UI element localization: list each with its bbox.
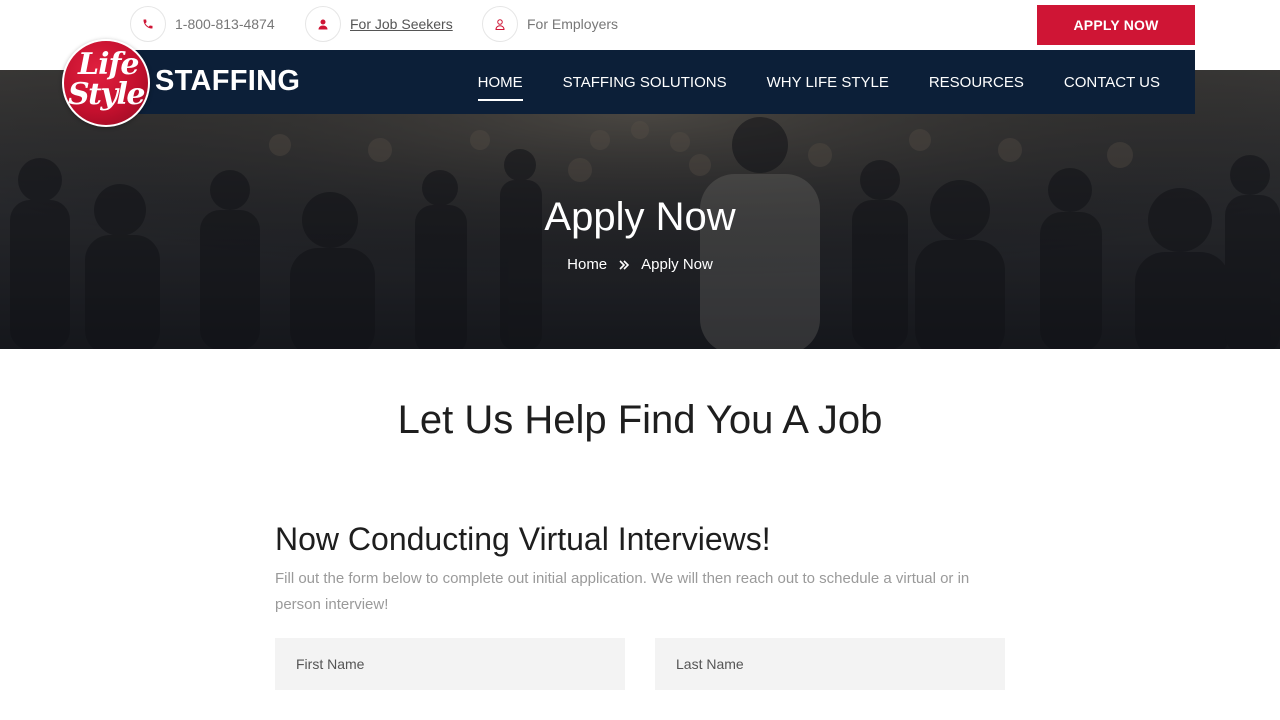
double-chevron-right-icon (619, 259, 630, 270)
nav-item-contact-us[interactable]: CONTACT US (1064, 68, 1160, 97)
nav-item-why-life-style[interactable]: WHY LIFE STYLE (767, 68, 889, 97)
job-seekers-link[interactable]: For Job Seekers (350, 16, 453, 32)
nav-item-staffing-solutions[interactable]: STAFFING SOLUTIONS (563, 68, 727, 97)
breadcrumb-current: Apply Now (641, 256, 713, 273)
logo-line-2: Style (68, 77, 145, 112)
section-title: Let Us Help Find You A Job (397, 398, 883, 442)
breadcrumb-home-link[interactable]: Home (567, 256, 607, 273)
user-icon (305, 6, 341, 42)
user-outline-icon (482, 6, 518, 42)
form-description: Fill out the form below to complete out … (275, 570, 970, 613)
breadcrumb: Home Apply Now (0, 256, 1280, 273)
job-seekers-link-group[interactable]: For Job Seekers (305, 6, 453, 42)
phone-number[interactable]: 1-800-813-4874 (175, 16, 275, 32)
page-title: Apply Now (544, 195, 736, 239)
form-heading: Now Conducting Virtual Interviews! (275, 521, 771, 557)
last-name-input[interactable] (655, 638, 1005, 690)
logo-wordmark: Life Style (64, 41, 148, 125)
nav-item-resources[interactable]: RESOURCES (929, 68, 1024, 97)
brand-name[interactable]: STAFFING (155, 65, 300, 98)
apply-now-button[interactable]: APPLY NOW (1037, 5, 1195, 45)
main-nav: HOME STAFFING SOLUTIONS WHY LIFE STYLE R… (438, 50, 1160, 114)
nav-item-home[interactable]: HOME (477, 68, 523, 101)
phone-contact[interactable]: 1-800-813-4874 (130, 6, 275, 42)
brand-logo[interactable]: Life Style (62, 39, 150, 127)
first-name-input[interactable] (275, 638, 625, 690)
employers-link[interactable]: For Employers (527, 16, 618, 32)
phone-icon (130, 6, 166, 42)
employers-link-group[interactable]: For Employers (482, 6, 618, 42)
top-utility-bar: 1-800-813-4874 For Job Seekers For Emplo… (0, 0, 1280, 50)
